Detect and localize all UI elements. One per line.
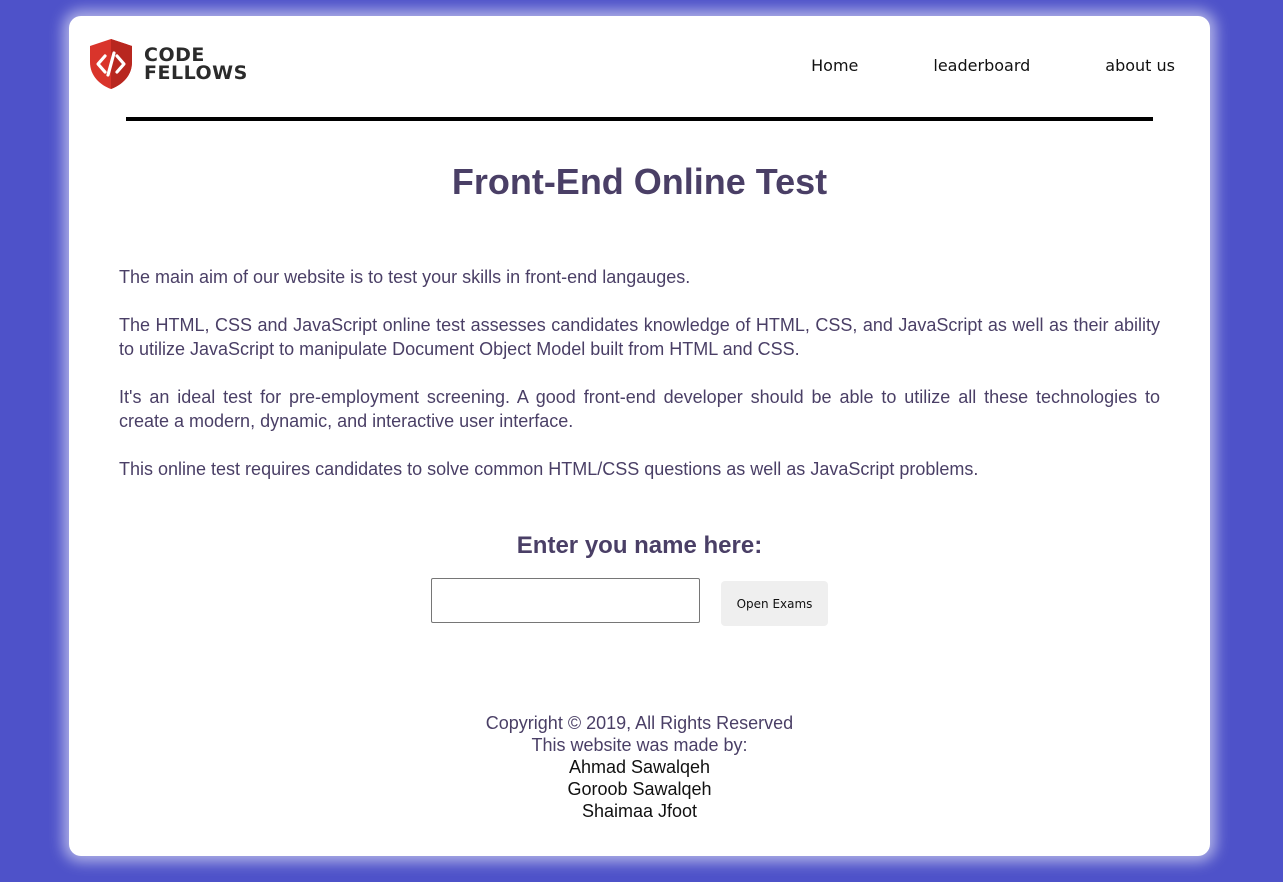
nav-home[interactable]: Home — [811, 56, 858, 75]
main-nav: Home leaderboard about us — [736, 56, 1175, 75]
nav-about-us[interactable]: about us — [1105, 56, 1175, 75]
intro-paragraph: The main aim of our website is to test y… — [119, 267, 691, 287]
logo-text: CODE FELLOWS — [144, 46, 248, 84]
intro-paragraph: It's an ideal test for pre-employment sc… — [119, 387, 1160, 431]
page-title: Front-End Online Test — [451, 161, 828, 202]
made-by-text: This website was made by: — [531, 735, 748, 755]
name-input[interactable] — [431, 578, 700, 623]
open-exams-button[interactable]: Open Exams — [721, 581, 828, 626]
author-name: Ahmad Sawalqeh — [568, 757, 711, 777]
nav-leaderboard[interactable]: leaderboard — [933, 56, 1030, 75]
name-heading: Enter you name here: — [516, 532, 763, 559]
header-divider — [126, 117, 1153, 121]
copyright-text: Copyright © 2019, All Rights Reserved — [485, 713, 794, 733]
logo[interactable]: CODE FELLOWS — [88, 38, 248, 90]
author-name: Goroob Sawalqeh — [567, 779, 712, 799]
intro-content: The main aim of our website is to test y… — [119, 265, 1160, 505]
footer: Copyright © 2019, All Rights Reserved Th… — [69, 712, 1210, 822]
code-shield-icon — [90, 39, 132, 89]
intro-paragraph: This online test requires candidates to … — [119, 459, 979, 479]
page-card: CODE FELLOWS Home leaderboard about us F… — [69, 16, 1210, 856]
logo-line2: FELLOWS — [144, 62, 248, 84]
intro-paragraph: The HTML, CSS and JavaScript online test… — [119, 315, 1160, 359]
author-name: Shaimaa Jfoot — [581, 801, 698, 821]
